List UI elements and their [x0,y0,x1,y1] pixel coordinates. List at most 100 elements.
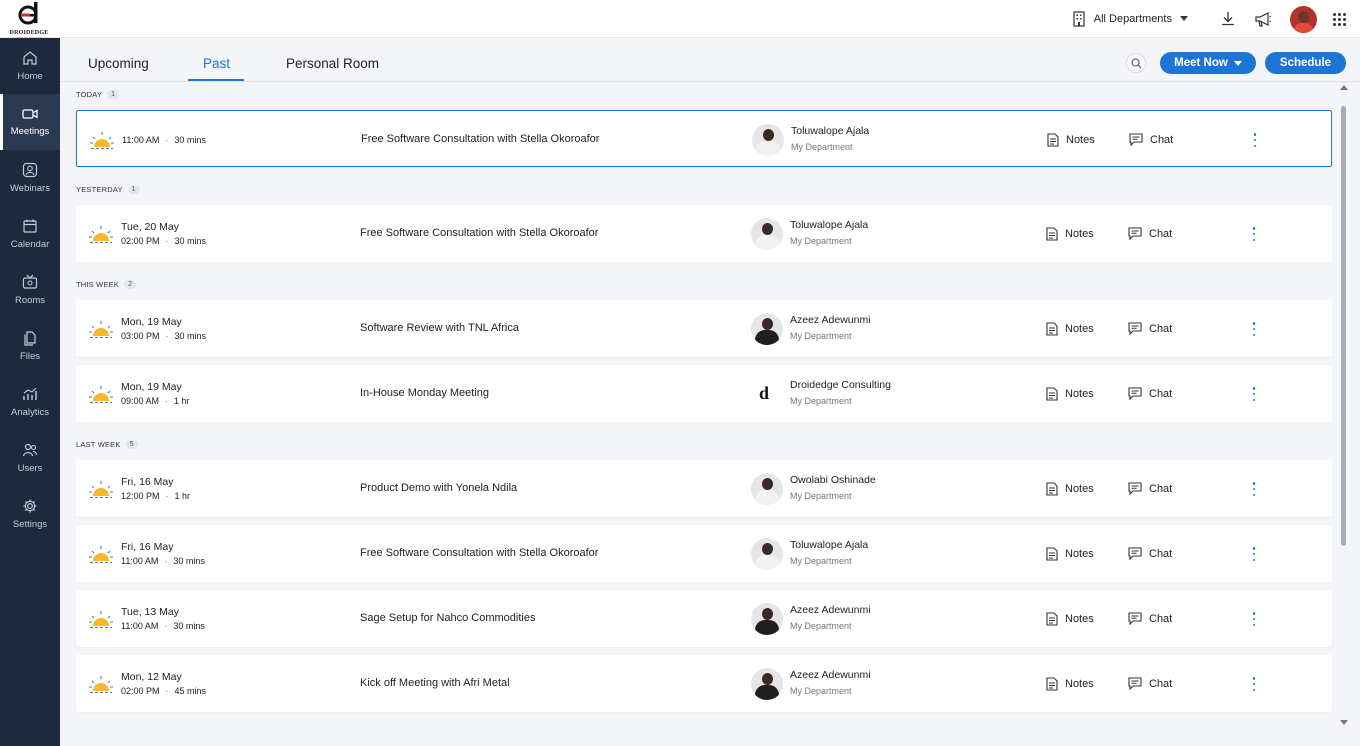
section-title: TODAY [76,90,103,99]
more-options-icon[interactable] [1252,547,1256,561]
chat-button[interactable]: Chat [1128,460,1172,517]
notes-icon [1046,546,1058,561]
meeting-title[interactable]: Free Software Consultation with Stella O… [360,525,598,582]
chat-button[interactable]: Chat [1128,590,1172,647]
sidebar-item-analytics[interactable]: Analytics [0,374,60,430]
top-bar: DROIDEDGE CONSULTING All Departments [0,0,1360,41]
sidebar-item-label: Settings [12,519,48,530]
apps-grid-icon[interactable] [1333,12,1346,26]
meeting-title[interactable]: In-House Monday Meeting [360,365,489,422]
time-separator: · [165,134,169,145]
sidebar-item-webinars[interactable]: Webinars [0,150,60,206]
department-selector[interactable]: All Departments [1072,11,1196,27]
section-title: THIS WEEK [76,280,120,289]
notes-label: Notes [1065,322,1094,335]
meeting-duration: 45 mins [174,686,207,696]
notes-icon [1046,226,1058,241]
tv-icon [22,274,38,289]
chat-button[interactable]: Chat [1128,655,1172,712]
meeting-start-time: 02:00 PM [121,686,160,696]
meeting-time-duration: 03:00 PM · 30 mins [121,331,206,341]
host-name: Azeez Adewunmi [790,669,871,681]
scroll-up-arrow-icon[interactable] [1340,85,1348,90]
tab-upcoming[interactable]: Upcoming [88,56,149,71]
notes-button[interactable]: Notes [1046,655,1094,712]
schedule-button[interactable]: Schedule [1265,52,1346,74]
notes-button[interactable]: Notes [1046,205,1094,262]
more-options-icon[interactable] [1252,227,1256,241]
meet-now-button[interactable]: Meet Now [1160,52,1256,74]
tab-personal-room[interactable]: Personal Room [286,56,379,71]
sidebar-item-users[interactable]: Users [0,430,60,486]
more-options-icon[interactable] [1252,677,1256,691]
meeting-row[interactable]: Tue, 13 May 11:00 AM · 30 mins Sage Setup fo… [76,590,1332,647]
host-name: Azeez Adewunmi [790,604,871,616]
section-count-badge: 1 [107,90,120,99]
notes-button[interactable]: Notes [1046,590,1094,647]
more-options-icon[interactable] [1252,387,1256,401]
search-button[interactable] [1126,53,1146,73]
meeting-row[interactable]: Mon, 12 May 02:00 PM · 45 mins Kick off Meet… [76,655,1332,712]
notes-button[interactable]: Notes [1046,365,1094,422]
chat-label: Chat [1149,612,1173,625]
meeting-title[interactable]: Free Software Consultation with Stella O… [361,111,599,168]
notes-button[interactable]: Notes [1046,525,1094,582]
more-options-icon[interactable] [1253,133,1257,147]
meeting-title[interactable]: Software Review with TNL Africa [360,300,519,357]
meeting-title[interactable]: Kick off Meeting with Afri Metal [360,655,510,712]
chat-button[interactable]: Chat [1129,111,1173,168]
sidebar-item-meetings[interactable]: Meetings [0,94,60,150]
download-button[interactable] [1220,11,1236,27]
notes-button[interactable]: Notes [1046,460,1094,517]
meeting-start-time: 03:00 PM [121,331,160,341]
meeting-time: Mon, 19 May 03:00 PM · 30 mins [121,300,206,357]
sidebar-item-label: Meetings [10,126,50,137]
chat-label: Chat [1149,387,1173,400]
chat-button[interactable]: Chat [1128,300,1172,357]
chat-label: Chat [1149,547,1173,560]
meeting-row[interactable]: Mon, 19 May 09:00 AM · 1 hr In-House Monday … [76,365,1332,422]
chat-button[interactable]: Chat [1128,205,1172,262]
chat-button[interactable]: Chat [1128,525,1172,582]
section-header: THIS WEEK 2 [76,280,137,289]
more-options-icon[interactable] [1252,612,1256,626]
meeting-row[interactable]: 11:00 AM · 30 mins Free Software Consultati… [76,110,1332,167]
brand-logo[interactable]: DROIDEDGE CONSULTING [8,1,50,41]
meeting-time: Mon, 12 May 02:00 PM · 45 mins [121,655,206,712]
sidebar-item-calendar[interactable]: Calendar [0,206,60,262]
scroll-down-arrow-icon[interactable] [1340,720,1348,725]
sidebar-item-label: Analytics [10,407,49,418]
sidebar-item-label: Calendar [10,239,50,250]
scrollbar-thumb[interactable] [1341,106,1346,546]
user-avatar[interactable] [1290,5,1317,33]
more-options-icon[interactable] [1252,322,1256,336]
host-department: My Department [790,621,852,631]
users-icon [22,443,38,457]
host-name: Toluwalope Ajala [790,219,869,231]
announcements-button[interactable] [1254,11,1272,27]
meeting-row[interactable]: Fri, 16 May 11:00 AM · 30 mins Free Software… [76,525,1332,582]
meeting-row[interactable]: Mon, 19 May 03:00 PM · 30 mins Software Revi… [76,300,1332,357]
host-avatar [751,603,783,635]
tab-past[interactable]: Past [203,56,230,71]
section-title: LAST WEEK [76,440,121,449]
sidebar-item-home[interactable]: Home [0,38,60,94]
more-options-icon[interactable] [1252,482,1256,496]
notes-button[interactable]: Notes [1046,300,1094,357]
sidebar-item-label: Files [19,351,41,362]
section-count-badge: 5 [125,440,138,449]
chat-icon [1128,547,1142,560]
scrollbar[interactable] [1339,82,1349,725]
sidebar-item-settings[interactable]: Settings [0,486,60,542]
meeting-time-duration: 11:00 AM · 30 mins [121,556,205,566]
meeting-row[interactable]: Tue, 20 May 02:00 PM · 30 mins Free Software… [76,205,1332,262]
meeting-title[interactable]: Free Software Consultation with Stella O… [360,205,598,262]
sidebar-item-rooms[interactable]: Rooms [0,262,60,318]
sidebar-item-files[interactable]: Files [0,318,60,374]
chat-button[interactable]: Chat [1128,365,1172,422]
notes-button[interactable]: Notes [1047,111,1095,168]
meeting-title[interactable]: Product Demo with Yonela Ndila [360,460,517,517]
meeting-row[interactable]: Fri, 16 May 12:00 PM · 1 hr Product Demo wit… [76,460,1332,517]
calendar-icon [23,219,37,233]
meeting-title[interactable]: Sage Setup for Nahco Commodities [360,590,535,647]
